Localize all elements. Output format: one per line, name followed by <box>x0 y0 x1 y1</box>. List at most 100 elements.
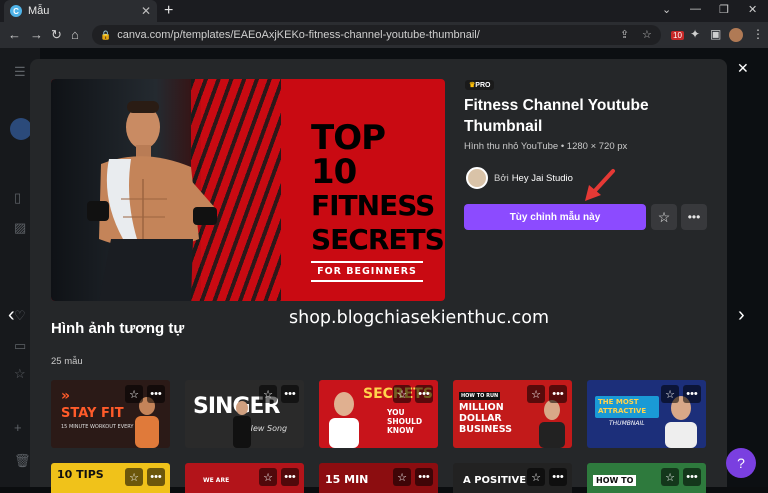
card-title: THE MOST ATTRACTIVE <box>595 396 659 418</box>
share-icon[interactable]: ⇪ <box>620 28 629 41</box>
similar-card-2[interactable]: SINGER New Song ☆ ••• <box>185 380 304 448</box>
trash-icon: 🗑 <box>14 453 31 468</box>
card-star-icon[interactable]: ☆ <box>259 468 277 486</box>
card-star-icon[interactable]: ☆ <box>527 468 545 486</box>
bookmark-star-icon[interactable]: ☆ <box>642 28 652 41</box>
next-template-icon[interactable]: › <box>738 304 745 327</box>
canva-page: ☰ ▯ ▨ ♡ ▭ ☆ + 🗑 TOP 10 FITNESS SECRETS F… <box>0 48 768 493</box>
close-window-icon[interactable]: ✕ <box>748 3 757 16</box>
chevron-down-icon[interactable]: ⌄ <box>662 3 671 16</box>
minimize-icon[interactable]: — <box>690 3 701 15</box>
card-star-icon[interactable]: ☆ <box>393 385 411 403</box>
card-more-icon[interactable]: ••• <box>549 468 567 486</box>
heart-icon: ♡ <box>14 308 26 323</box>
template-meta: Hình thu nhỏ YouTube • 1280 × 720 px <box>464 141 628 152</box>
poster-line-1: TOP 10 <box>311 118 386 192</box>
card-row2-inner: WE ARE ☆ ••• <box>185 463 304 493</box>
similar-count: 25 mẫu <box>51 356 83 367</box>
similar-card-1[interactable]: » STAY FIT 15 MINUTE WORKOUT EVERY DAY ☆… <box>51 380 170 448</box>
card-star-icon[interactable]: ☆ <box>393 468 411 486</box>
plus-icon: + <box>14 420 22 435</box>
reload-icon[interactable]: ↻ <box>51 27 62 43</box>
browser-tab[interactable]: C Mẫu ✕ <box>4 0 157 22</box>
card-person-image <box>233 401 251 448</box>
similar-card-7[interactable]: WE ARE ☆ ••• <box>185 463 304 493</box>
card-star-icon[interactable]: ☆ <box>527 385 545 403</box>
close-tab-icon[interactable]: ✕ <box>141 4 151 18</box>
similar-card-10[interactable]: HOW TO ☆ ••• <box>587 463 706 493</box>
card-star-icon[interactable]: ☆ <box>259 385 277 403</box>
lock-icon[interactable]: 🔒 <box>100 30 111 41</box>
address-bar[interactable]: 🔒 canva.com/p/templates/EAEoAxjKEKo-fitn… <box>92 25 661 45</box>
template-preview-image: TOP 10 FITNESS SECRETS FOR BEGINNERS <box>51 79 445 301</box>
red-arrow-annotation <box>585 169 615 201</box>
card-star-icon[interactable]: ☆ <box>125 468 143 486</box>
similar-card-9[interactable]: A POSITIVE ☆ ••• <box>453 463 572 493</box>
url-text: canva.com/p/templates/EAEoAxjKEKo-fitnes… <box>117 29 480 41</box>
pro-badge-label: PRO <box>475 82 491 89</box>
author-prefix: Bởi <box>494 172 509 184</box>
maximize-icon[interactable]: ❐ <box>719 3 729 16</box>
extension-badge[interactable]: 10 <box>671 31 684 40</box>
card-more-icon[interactable]: ••• <box>147 468 165 486</box>
card-more-icon[interactable]: ••• <box>415 468 433 486</box>
card-star-icon[interactable]: ☆ <box>661 385 679 403</box>
card-star-icon[interactable]: ☆ <box>661 468 679 486</box>
side-panel-icon[interactable]: ▣ <box>710 27 721 41</box>
card-title: WE ARE <box>203 477 230 484</box>
back-icon[interactable]: ← <box>8 27 21 42</box>
card-row2-inner: 15 MIN ☆ ••• <box>319 463 438 493</box>
card-star-icon[interactable]: ☆ <box>125 385 143 403</box>
customize-template-button[interactable]: Tùy chỉnh mẫu này <box>464 204 646 230</box>
hamburger-icon[interactable]: ☰ <box>14 64 26 80</box>
favorite-star-button[interactable]: ☆ <box>651 204 677 230</box>
author-name[interactable]: Hey Jai Studio <box>512 173 573 184</box>
image-icon: ▨ <box>14 220 27 235</box>
more-options-button[interactable]: ••• <box>681 204 707 230</box>
folder-icon: ▭ <box>14 338 27 353</box>
template-title: Fitness Channel Youtube Thumbnail <box>464 97 649 135</box>
menu-kebab-icon[interactable]: ⋮ <box>752 27 764 41</box>
similar-card-4[interactable]: HOW TO RUN MILLION DOLLAR BUSINESS ☆ ••• <box>453 380 572 448</box>
author-row[interactable]: Bởi Hey Jai Studio <box>466 167 573 189</box>
card-more-icon[interactable]: ••• <box>549 385 567 403</box>
browser-tab-strip: C Mẫu ✕ + ⌄ — ❐ ✕ <box>0 0 768 22</box>
help-button[interactable]: ? <box>726 448 756 478</box>
author-avatar[interactable] <box>466 167 488 189</box>
home-icon[interactable]: ⌂ <box>71 27 79 42</box>
card-more-icon[interactable]: ••• <box>683 385 701 403</box>
card-more-icon[interactable]: ••• <box>683 468 701 486</box>
card-title: A POSITIVE <box>463 475 527 486</box>
profile-avatar[interactable] <box>729 28 743 42</box>
close-modal-icon[interactable]: ✕ <box>737 60 749 77</box>
doc-icon: ▯ <box>14 190 22 205</box>
canva-favicon-icon: C <box>10 5 22 17</box>
card-more-icon[interactable]: ••• <box>281 385 299 403</box>
card-more-icon[interactable]: ••• <box>147 385 165 403</box>
similar-card-5[interactable]: THE MOST ATTRACTIVE THUMBNAIL ☆ ••• <box>587 380 706 448</box>
card-title: 15 MIN <box>325 473 369 486</box>
card-subtitle: THUMBNAIL <box>609 420 645 427</box>
similar-card-6[interactable]: 10 TIPS ☆ ••• <box>51 463 170 493</box>
previous-template-icon[interactable]: ‹ <box>8 304 15 327</box>
card-title: STAY FIT <box>61 406 124 421</box>
similar-card-8[interactable]: 15 MIN ☆ ••• <box>319 463 438 493</box>
card-more-icon[interactable]: ••• <box>415 385 433 403</box>
similar-card-3[interactable]: SECRETS YOU SHOULD KNOW ☆ ••• <box>319 380 438 448</box>
tab-title: Mẫu <box>28 5 50 17</box>
poster-line-3: SECRETS <box>311 223 445 256</box>
card-row2-inner: 10 TIPS ☆ ••• <box>51 463 170 493</box>
card-row2-inner: HOW TO ☆ ••• <box>587 463 706 493</box>
card-person-image <box>539 400 565 448</box>
card-chevrons-icon: » <box>61 388 71 404</box>
new-tab-button[interactable]: + <box>164 2 173 20</box>
poster-headline: TOP 10 FITNESS SECRETS FOR BEGINNERS <box>311 118 445 282</box>
forward-icon[interactable]: → <box>30 27 43 42</box>
extensions-puzzle-icon[interactable]: ✦ <box>690 27 700 41</box>
card-row2-inner: A POSITIVE ☆ ••• <box>453 463 572 493</box>
card-person-image <box>329 392 359 448</box>
address-toolbar: ← → ↻ ⌂ 🔒 canva.com/p/templates/EAEoAxjK… <box>0 22 768 48</box>
card-subtitle: YOU SHOULD KNOW <box>387 408 423 435</box>
card-title: HOW TO <box>593 475 637 486</box>
card-more-icon[interactable]: ••• <box>281 468 299 486</box>
